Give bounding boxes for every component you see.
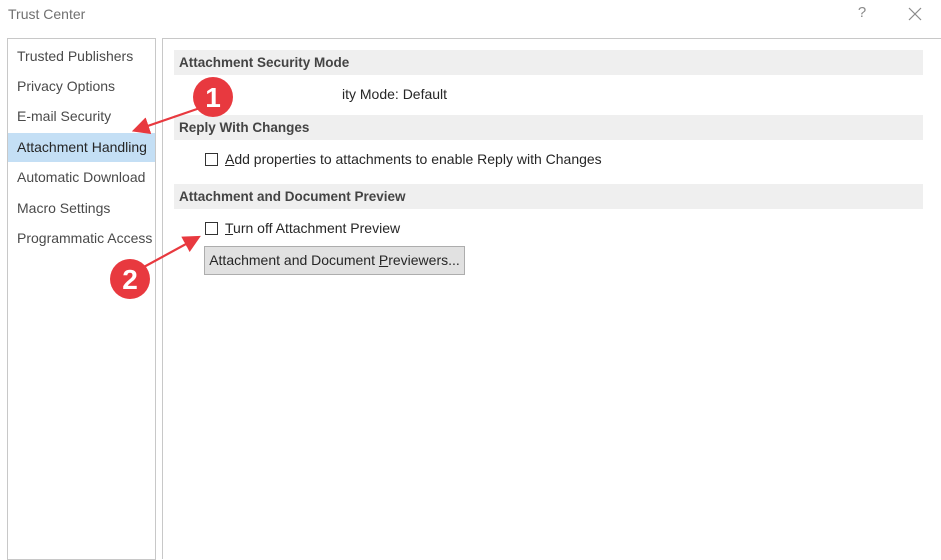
- security-mode-value: ity Mode: Default: [342, 86, 448, 102]
- sidebar-item-attachment-handling[interactable]: Attachment Handling: [8, 133, 155, 162]
- help-button[interactable]: ?: [853, 3, 871, 23]
- sidebar-item-programmatic-access[interactable]: Programmatic Access: [8, 224, 155, 253]
- section-header-security-mode: Attachment Security Mode: [174, 50, 923, 75]
- close-icon: [908, 7, 922, 21]
- sidebar-item-trusted-publishers[interactable]: Trusted Publishers: [8, 42, 155, 71]
- reply-changes-label[interactable]: Add properties to attachments to enable …: [225, 151, 602, 167]
- sidebar-item-privacy-options[interactable]: Privacy Options: [8, 72, 155, 101]
- previewers-button[interactable]: Attachment and Document Previewers...: [204, 246, 465, 275]
- previewers-button-text-after: reviewers...: [388, 252, 460, 268]
- previewers-button-mnemonic: P: [378, 252, 389, 268]
- content-panel: Attachment Security Mode ity Mode: Defau…: [162, 38, 941, 559]
- section-header-preview: Attachment and Document Preview: [174, 184, 923, 209]
- reply-changes-text: dd properties to attachments to enable R…: [234, 151, 602, 167]
- sidebar: Trusted Publishers Privacy Options E-mai…: [7, 38, 156, 560]
- turn-off-preview-checkbox[interactable]: [205, 222, 218, 235]
- sidebar-item-macro-settings[interactable]: Macro Settings: [8, 194, 155, 223]
- previewers-button-text-before: Attachment and Document: [209, 252, 379, 268]
- turn-off-preview-mnemonic: T: [225, 220, 234, 236]
- title-bar: Trust Center ?: [0, 0, 941, 30]
- sidebar-item-automatic-download[interactable]: Automatic Download: [8, 163, 155, 192]
- reply-changes-checkbox[interactable]: [205, 153, 218, 166]
- window-title: Trust Center: [8, 6, 86, 22]
- reply-changes-mnemonic: A: [225, 151, 235, 167]
- section-header-reply-changes: Reply With Changes: [174, 115, 923, 140]
- turn-off-preview-text: urn off Attachment Preview: [233, 220, 401, 236]
- turn-off-preview-label[interactable]: Turn off Attachment Preview: [225, 220, 400, 236]
- close-button[interactable]: [904, 3, 926, 25]
- sidebar-item-email-security[interactable]: E-mail Security: [8, 102, 155, 131]
